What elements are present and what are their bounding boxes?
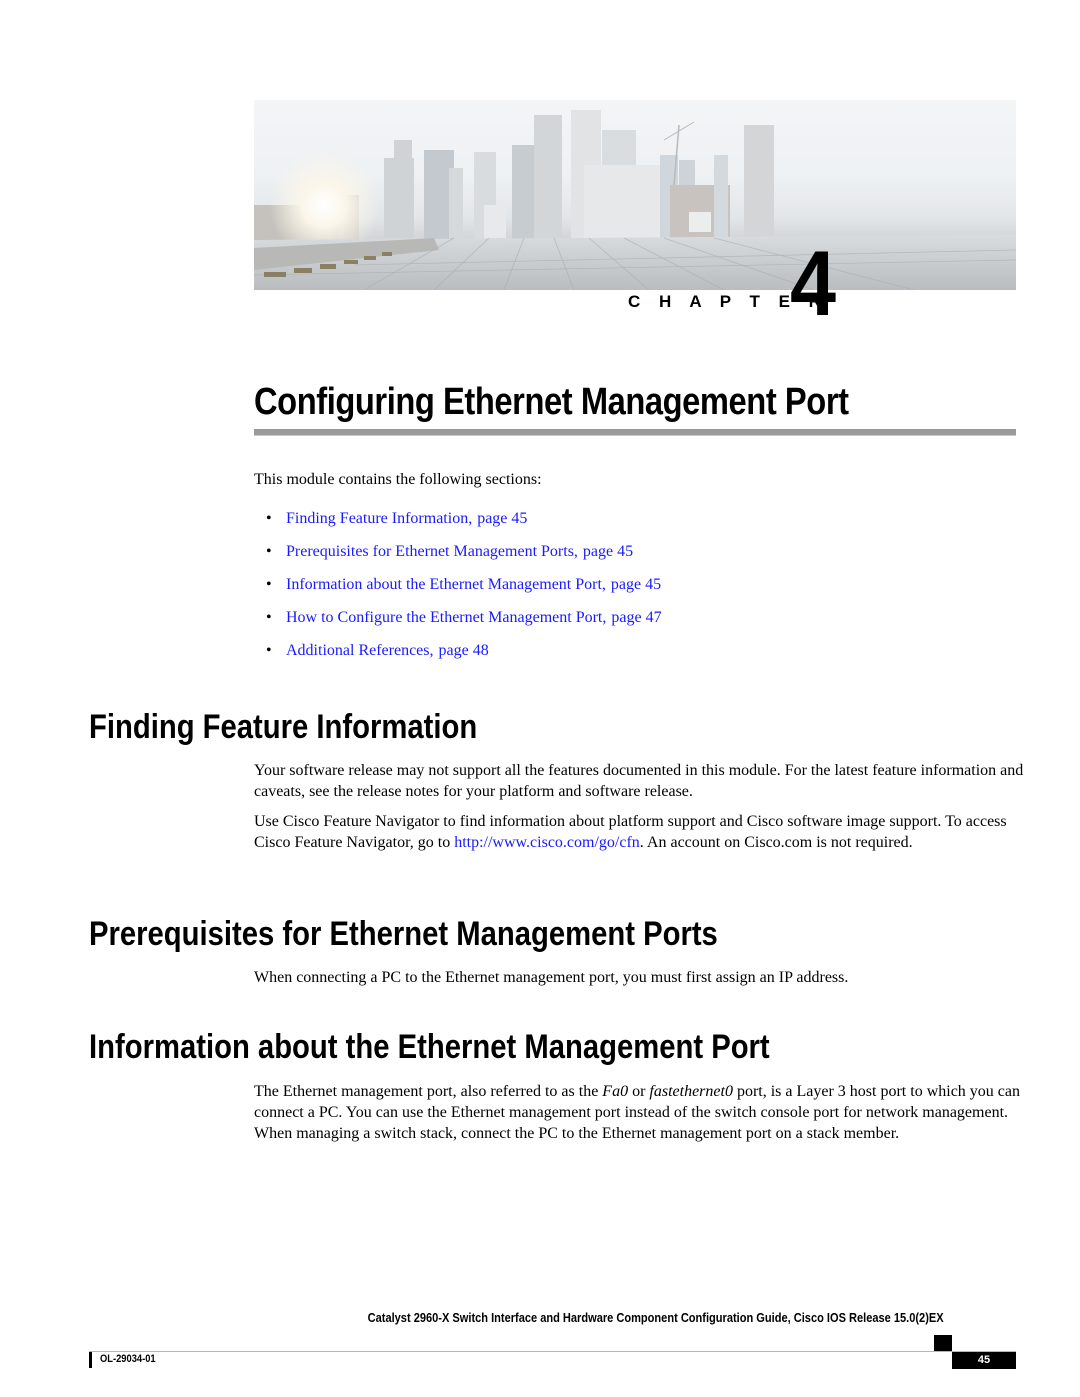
toc-link-how-to-configure[interactable]: How to Configure the Ethernet Management…: [286, 609, 662, 626]
page-title: Configuring Ethernet Management Port: [254, 381, 849, 423]
intro-text: This module contains the following secti…: [254, 471, 542, 488]
footer-left-bar: [89, 1352, 92, 1368]
footer-page-number: 45: [952, 1352, 1016, 1369]
cfn-link[interactable]: http://www.cisco.com/go/cfn: [454, 834, 640, 851]
toc-link-finding-feature-information[interactable]: Finding Feature Information, page 45: [286, 510, 527, 527]
section-list: • Finding Feature Information, page 45 • Pr…: [266, 508, 662, 673]
toc-item: • Finding Feature Information, page 45: [266, 508, 662, 541]
footer-guide-title: Catalyst 2960-X Switch Interface and Har…: [368, 1310, 944, 1325]
paragraph-release-support: Your software release may not support al…: [254, 762, 1024, 800]
bullet-icon: •: [266, 543, 272, 560]
toc-link-additional-references[interactable]: Additional References, page 48: [286, 642, 489, 659]
heading-finding-feature-information: Finding Feature Information: [89, 708, 478, 746]
toc-link-information-about[interactable]: Information about the Ethernet Managemen…: [286, 576, 661, 593]
chapter-number: 4: [790, 233, 837, 335]
heading-prerequisites: Prerequisites for Ethernet Management Po…: [89, 915, 718, 953]
toc-item: • Prerequisites for Ethernet Management P…: [266, 541, 662, 574]
toc-item: • Information about the Ethernet Manageme…: [266, 574, 662, 607]
heading-information-about: Information about the Ethernet Managemen…: [89, 1028, 770, 1066]
bullet-icon: •: [266, 642, 272, 659]
paragraph-feature-navigator: Use Cisco Feature Navigator to find info…: [254, 813, 1007, 851]
bullet-icon: •: [266, 609, 272, 626]
chapter-banner-image: [254, 100, 1016, 290]
toc-item: • How to Configure the Ethernet Managemen…: [266, 607, 662, 640]
skyline-illustration: [254, 110, 1016, 290]
toc-link-prerequisites[interactable]: Prerequisites for Ethernet Management Po…: [286, 543, 633, 560]
paragraph-prerequisites: When connecting a PC to the Ethernet man…: [254, 969, 849, 986]
footer-doc-number: OL-29034-01: [100, 1353, 156, 1365]
footer-divider: [89, 1351, 1016, 1352]
title-divider: [254, 429, 1016, 436]
toc-item: • Additional References, page 48: [266, 640, 662, 673]
footer-marker: [934, 1335, 952, 1352]
bullet-icon: •: [266, 576, 272, 593]
bullet-icon: •: [266, 510, 272, 527]
paragraph-information-about: The Ethernet management port, also refer…: [254, 1083, 1020, 1142]
